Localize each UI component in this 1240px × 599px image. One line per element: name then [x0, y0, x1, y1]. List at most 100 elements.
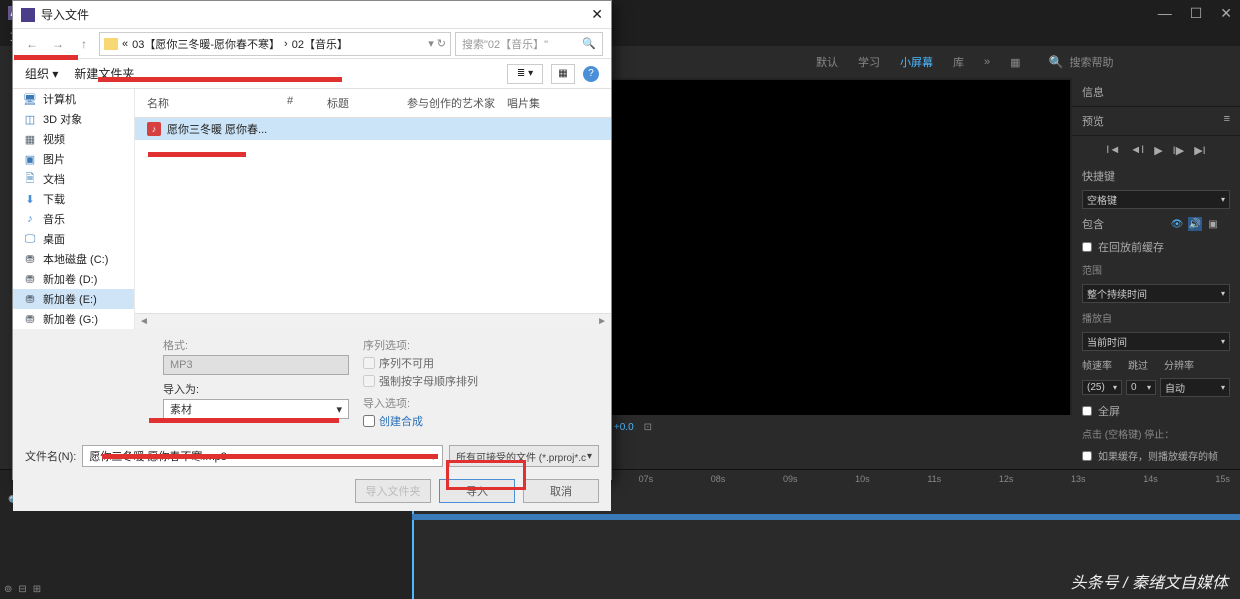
nav-up-button[interactable]: ↑ — [73, 33, 95, 55]
fullscreen-label: 全屏 — [1098, 403, 1120, 419]
fullscreen-cb-row: 全屏 — [1072, 400, 1240, 422]
col-title[interactable]: 标题 — [327, 95, 407, 111]
col-num[interactable]: # — [287, 95, 327, 111]
toggle-icon-2[interactable]: ⊟ — [18, 584, 26, 595]
sidebar-item-desktop[interactable]: 🖵桌面 — [13, 229, 134, 249]
breadcrumb-b[interactable]: 02【音乐】 — [292, 36, 348, 52]
close-button[interactable]: ✕ — [1220, 5, 1232, 22]
import-as-select[interactable]: 素材▾ — [163, 399, 349, 419]
timeline-bottom-icons: ⊚ ⊟ ⊞ — [4, 584, 41, 595]
fullscreen-checkbox[interactable] — [1082, 406, 1092, 416]
workspace-tab-library[interactable]: 库 — [953, 54, 964, 70]
time-offset[interactable]: +0.0 — [614, 422, 634, 433]
breadcrumb-a[interactable]: 03【愿你三冬暖-愿你春不寒】 — [132, 36, 280, 52]
3d-icon: ◫ — [23, 112, 37, 126]
panel-menu-icon[interactable]: ≡ — [1224, 113, 1230, 129]
create-comp-checkbox[interactable] — [363, 415, 375, 427]
cache-checkbox[interactable] — [1082, 242, 1092, 252]
skip-dropdown[interactable]: 0 — [1126, 380, 1156, 395]
nav-back-button[interactable]: ← — [21, 33, 43, 55]
new-folder-button[interactable]: 新建文件夹 — [74, 65, 134, 82]
ifcache-checkbox[interactable] — [1082, 451, 1092, 461]
cancel-button[interactable]: 取消 — [523, 479, 599, 503]
fps-values-row: (25) 0 自动 — [1072, 375, 1240, 400]
col-album[interactable]: 唱片集 — [507, 95, 567, 111]
sidebar-item-label: 桌面 — [43, 231, 65, 247]
sidebar-item-doc[interactable]: 🗎文档 — [13, 169, 134, 189]
col-artist[interactable]: 参与创作的艺术家 — [407, 95, 507, 111]
scroll-right-icon[interactable]: ► — [597, 316, 607, 327]
dialog-footer: 文件名(N): 愿你三冬暖 愿你春不寒.mp3▾ 所有可接受的文件 (*.prp… — [13, 437, 611, 511]
fps-dropdown[interactable]: (25) — [1082, 380, 1122, 395]
playfrom-dropdown[interactable]: 当前时间 — [1082, 332, 1230, 351]
sidebar-item-image[interactable]: ▣图片 — [13, 149, 134, 169]
play-icon[interactable]: ▶ — [1154, 144, 1162, 157]
preview-panel-header[interactable]: 预览 ≡ — [1072, 107, 1240, 136]
sidebar-item-disk-e[interactable]: ⛃新加卷 (E:) — [13, 289, 134, 309]
fps-labels-row: 帧速率 跳过 分辨率 — [1072, 354, 1240, 375]
sidebar-item-video[interactable]: ▦视频 — [13, 129, 134, 149]
sidebar-item-label: 图片 — [43, 151, 65, 167]
breadcrumb-dropdown-icon[interactable]: ▾ ↻ — [428, 37, 446, 50]
filename-label: 文件名(N): — [25, 448, 76, 464]
import-as-label: 导入为: — [163, 381, 363, 397]
breadcrumb[interactable]: « 03【愿你三冬暖-愿你春不寒】 › 02【音乐】 ▾ ↻ — [99, 32, 451, 56]
workspace-grid-icon[interactable]: ▦ — [1010, 56, 1020, 69]
overlay-icon[interactable]: ▣ — [1206, 217, 1220, 231]
nav-fwd-button[interactable]: → — [47, 33, 69, 55]
eye-icon[interactable]: 👁 — [1170, 217, 1184, 231]
maximize-button[interactable]: ☐ — [1190, 5, 1203, 22]
sidebar-item-disk-d[interactable]: ⛃新加卷 (D:) — [13, 269, 134, 289]
playback-controls: I◄ ◄I ▶ I▶ ▶I — [1072, 136, 1240, 165]
search-icon: 🔍 — [582, 37, 596, 50]
file-row[interactable]: ♪ 愿你三冬暖 愿你春... — [135, 118, 611, 140]
workspace-tab-smallscreen[interactable]: 小屏幕 — [900, 54, 933, 70]
sidebar-item-3d[interactable]: ◫3D 对象 — [13, 109, 134, 129]
filetype-select[interactable]: 所有可接受的文件 (*.prproj*.c▾ — [449, 445, 599, 467]
next-frame-icon[interactable]: I▶ — [1173, 144, 1185, 157]
workspace-tab-learn[interactable]: 学习 — [858, 54, 880, 70]
timeline-scrollbar[interactable] — [412, 514, 1240, 520]
import-button[interactable]: 导入 — [439, 479, 515, 503]
minimize-button[interactable]: — — [1158, 5, 1172, 22]
cache-cb-row: 在回放前缓存 — [1072, 236, 1240, 258]
toolbar-icon-5[interactable]: ⊡ — [644, 422, 652, 433]
workspace-tab-default[interactable]: 默认 — [816, 54, 838, 70]
sidebar-item-label: 新加卷 (D:) — [43, 271, 97, 287]
help-search-label[interactable]: 搜索帮助 — [1069, 54, 1113, 70]
sidebar-item-disk-c[interactable]: ⛃本地磁盘 (C:) — [13, 249, 134, 269]
dialog-options: 格式: MP3 导入为: 素材▾ 序列选项: 序列不可用 强制按字母顺序排列 导… — [13, 329, 611, 437]
file-search-box[interactable]: 搜索"02【音乐】" 🔍 — [455, 32, 603, 56]
sidebar-item-computer[interactable]: 🖥计算机 — [13, 89, 134, 109]
workspace-more-icon[interactable]: » — [984, 56, 990, 68]
scroll-left-icon[interactable]: ◄ — [139, 316, 149, 327]
prev-frame-icon[interactable]: ◄I — [1130, 144, 1144, 157]
sidebar-item-label: 文档 — [43, 171, 65, 187]
timeline-tick: 08s — [711, 474, 726, 490]
format-label: 格式: — [163, 337, 363, 353]
view-mode-button[interactable]: ≣ ▾ — [507, 64, 543, 84]
info-panel-header[interactable]: 信息 — [1072, 78, 1240, 107]
sidebar-item-music[interactable]: ♪音乐 — [13, 209, 134, 229]
import-opts-cb-row: 创建合成 — [363, 413, 563, 429]
toggle-icon-3[interactable]: ⊞ — [33, 584, 41, 595]
sidebar-item-download[interactable]: ⬇下载 — [13, 189, 134, 209]
col-name[interactable]: 名称 — [147, 95, 287, 111]
range-dropdown[interactable]: 整个持续时间 — [1082, 284, 1230, 303]
timeline-tick: 14s — [1143, 474, 1158, 490]
search-placeholder: 搜索"02【音乐】" — [462, 36, 548, 52]
res-dropdown[interactable]: 自动 — [1160, 378, 1230, 397]
view-detail-button[interactable]: ▦ — [551, 64, 575, 84]
audio-icon[interactable]: 🔊 — [1188, 217, 1202, 231]
filename-input[interactable]: 愿你三冬暖 愿你春不寒.mp3▾ — [82, 445, 443, 467]
shortcut-dropdown[interactable]: 空格键 — [1082, 190, 1230, 209]
filelist-scrollbar[interactable]: ◄ ► — [135, 313, 611, 329]
help-icon[interactable]: ? — [583, 66, 599, 82]
sidebar-item-disk-g[interactable]: ⛃新加卷 (G:) — [13, 309, 134, 329]
first-frame-icon[interactable]: I◄ — [1106, 144, 1120, 157]
toggle-switch-icon[interactable]: ⊚ — [4, 584, 12, 595]
import-folder-button[interactable]: 导入文件夹 — [355, 479, 431, 503]
dialog-close-button[interactable]: ✕ — [591, 6, 603, 23]
last-frame-icon[interactable]: ▶I — [1194, 144, 1206, 157]
organize-button[interactable]: 组织 ▾ — [25, 65, 58, 82]
